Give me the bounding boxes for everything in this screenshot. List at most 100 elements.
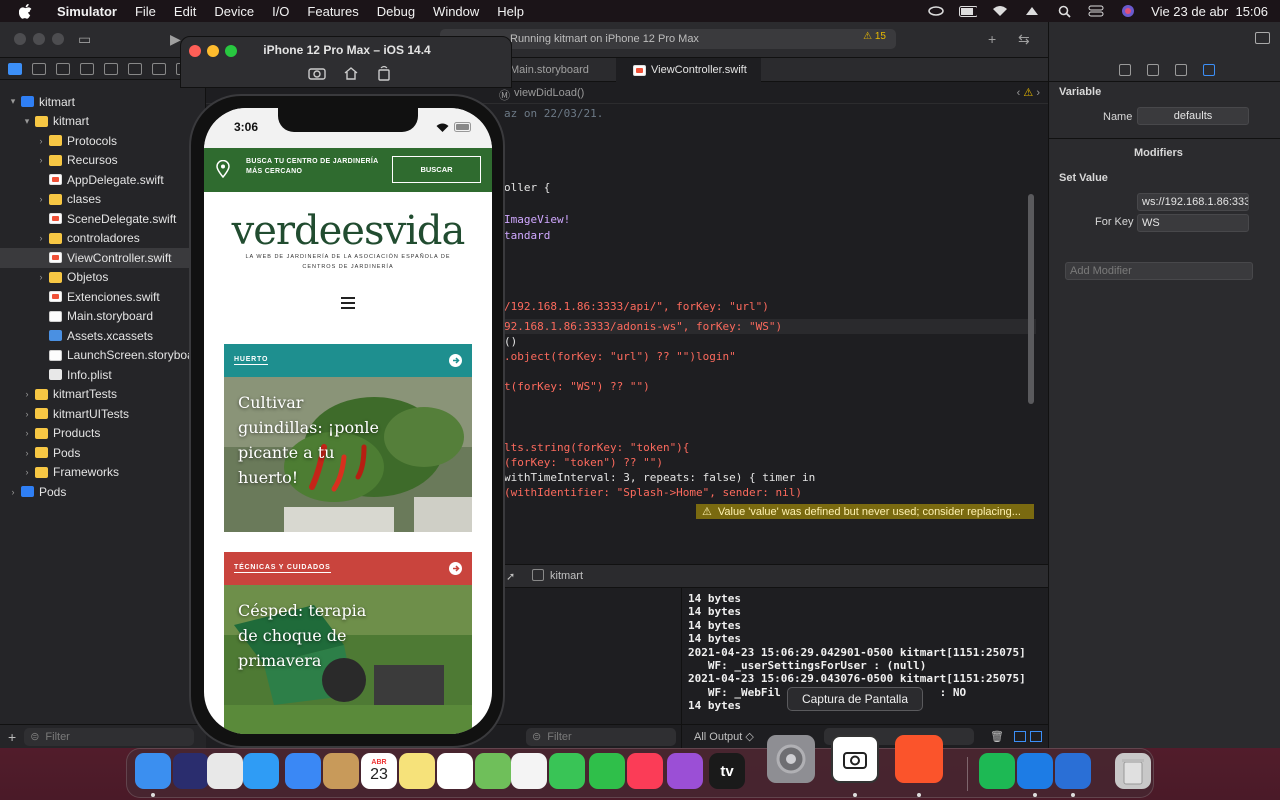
source-control-tab-icon[interactable] bbox=[32, 62, 46, 75]
chevron-down-icon[interactable]: ▾ bbox=[22, 116, 32, 127]
file-tree-row[interactable]: Main.storyboard bbox=[0, 307, 206, 327]
chevron-right-icon[interactable]: › bbox=[36, 272, 46, 282]
xcode-zoom-button[interactable] bbox=[52, 33, 64, 45]
photos-icon[interactable] bbox=[511, 753, 547, 789]
article-card[interactable]: TÉCNICAS Y CUIDADOS Césped: terapia de c… bbox=[224, 552, 472, 734]
trash-icon[interactable] bbox=[1115, 753, 1151, 789]
podcasts-icon[interactable] bbox=[667, 753, 703, 789]
trash-icon[interactable]: 🗑 bbox=[990, 730, 1004, 743]
creative-cloud-icon[interactable] bbox=[927, 4, 945, 18]
xcode-beta-icon[interactable] bbox=[1055, 753, 1091, 789]
calendar-icon[interactable]: ABR 23 bbox=[361, 753, 397, 789]
file-tree-row[interactable]: LaunchScreen.storyboard bbox=[0, 346, 206, 366]
chevron-down-icon[interactable]: ▾ bbox=[8, 96, 18, 107]
menu-help[interactable]: Help bbox=[488, 4, 533, 19]
file-tree-row[interactable]: ▾ kitmart bbox=[0, 92, 206, 112]
chevron-right-icon[interactable]: › bbox=[22, 467, 32, 477]
file-tree-row[interactable]: ▾ kitmart bbox=[0, 112, 206, 132]
chevron-right-icon[interactable]: › bbox=[22, 428, 32, 438]
chevron-right-icon[interactable]: › bbox=[22, 409, 32, 419]
card-title[interactable]: Césped: terapia de choque de primavera bbox=[238, 598, 388, 673]
file-tree-row[interactable]: › controladores bbox=[0, 229, 206, 249]
console-output[interactable]: 14 bytes WF: _WebFil : NO 2021-04-23 15:0… bbox=[682, 588, 1048, 748]
editor-scrollbar[interactable] bbox=[1028, 194, 1034, 404]
iphone-screen[interactable]: 3:06 BUSCA TU CENTRO DE JARDINERÍA MÁS C… bbox=[204, 108, 492, 734]
tests-tab-icon[interactable] bbox=[128, 62, 142, 75]
maps-icon[interactable] bbox=[475, 753, 511, 789]
messages-icon[interactable] bbox=[549, 753, 585, 789]
file-tree-row[interactable]: Assets.xcassets bbox=[0, 326, 206, 346]
attributes-inspector-icon[interactable] bbox=[1203, 63, 1215, 76]
output-selector[interactable]: All Output ◇ bbox=[694, 730, 754, 743]
help-inspector-icon[interactable] bbox=[1175, 63, 1187, 76]
battery-icon[interactable] bbox=[959, 4, 978, 18]
chevron-right-icon[interactable]: › bbox=[36, 233, 46, 243]
file-tree-row[interactable]: › kitmartTests bbox=[0, 385, 206, 405]
system-preferences-icon[interactable] bbox=[767, 735, 815, 783]
safari-icon[interactable] bbox=[243, 753, 279, 789]
xcode-close-button[interactable] bbox=[14, 33, 26, 45]
chevron-right-icon[interactable]: › bbox=[36, 136, 46, 146]
history-inspector-icon[interactable] bbox=[1147, 63, 1159, 76]
arrow-right-icon[interactable] bbox=[449, 354, 462, 367]
debug-target-name[interactable]: kitmart bbox=[550, 570, 583, 582]
siri-menu-icon[interactable] bbox=[1119, 4, 1137, 18]
name-field[interactable]: defaults bbox=[1137, 107, 1249, 125]
jumpbar-method[interactable]: viewDidLoad() bbox=[514, 87, 584, 99]
file-tree-row[interactable]: AppDelegate.swift bbox=[0, 170, 206, 190]
chevron-right-icon[interactable]: › bbox=[22, 448, 32, 458]
facetime-icon[interactable] bbox=[589, 753, 625, 789]
file-tree-row[interactable]: › Recursos bbox=[0, 151, 206, 171]
tab-main-storyboard[interactable]: Main.storyboard bbox=[496, 58, 603, 82]
card-category[interactable]: TÉCNICAS Y CUIDADOS bbox=[234, 564, 331, 573]
screenshot-icon[interactable] bbox=[831, 735, 879, 783]
chevron-right-icon[interactable]: › bbox=[8, 487, 18, 497]
file-tree-row[interactable]: Extenciones.swift bbox=[0, 287, 206, 307]
file-tree-row[interactable]: › Products bbox=[0, 424, 206, 444]
symbols-tab-icon[interactable] bbox=[56, 62, 70, 75]
menu-debug[interactable]: Debug bbox=[368, 4, 424, 19]
spotlight-search-icon[interactable] bbox=[1055, 4, 1073, 18]
mail-icon[interactable] bbox=[285, 753, 321, 789]
add-modifier-input[interactable]: Add Modifier bbox=[1065, 262, 1253, 280]
file-tree-row[interactable]: › Protocols bbox=[0, 131, 206, 151]
navigator-filter-input[interactable]: ⊜ Filter bbox=[24, 727, 195, 746]
xcode-icon[interactable] bbox=[1017, 753, 1053, 789]
add-icon[interactable]: + bbox=[988, 31, 996, 47]
menu-window[interactable]: Window bbox=[424, 4, 488, 19]
arrow-right-icon[interactable] bbox=[449, 562, 462, 575]
brave-icon[interactable] bbox=[895, 735, 943, 783]
file-tree-row[interactable]: Info.plist bbox=[0, 365, 206, 385]
wifi-icon[interactable] bbox=[991, 4, 1009, 18]
menu-features[interactable]: Features bbox=[298, 4, 367, 19]
for-key-field[interactable]: WS bbox=[1137, 214, 1249, 232]
rotate-icon[interactable] bbox=[375, 64, 393, 82]
finder-icon[interactable] bbox=[135, 753, 171, 789]
control-center-icon[interactable] bbox=[1087, 4, 1105, 18]
reminders-icon[interactable] bbox=[437, 753, 473, 789]
split-left-icon[interactable] bbox=[1014, 731, 1026, 742]
chevron-right-icon[interactable]: › bbox=[36, 155, 46, 165]
swap-icon[interactable]: ⇆ bbox=[1018, 31, 1030, 48]
menu-device[interactable]: Device bbox=[205, 4, 263, 19]
menu-clock[interactable]: Vie 23 de abr 15:06 bbox=[1151, 4, 1268, 19]
card-title[interactable]: Cultivar guindillas: ¡ponle picante a tu… bbox=[238, 390, 388, 490]
apple-menu-icon[interactable] bbox=[16, 2, 34, 20]
find-tab-icon[interactable] bbox=[80, 62, 94, 75]
folder-tab-icon[interactable] bbox=[8, 62, 22, 75]
airplay-icon[interactable] bbox=[1023, 4, 1041, 18]
xcode-minimize-button[interactable] bbox=[33, 33, 45, 45]
jumpbar-warning-nav-icon[interactable]: ‹ ⚠ › bbox=[1017, 86, 1040, 99]
debug-tab-icon[interactable] bbox=[152, 62, 166, 75]
file-tree-row[interactable]: › clases bbox=[0, 190, 206, 210]
screenshot-icon[interactable] bbox=[308, 64, 326, 82]
split-right-icon[interactable] bbox=[1030, 731, 1042, 742]
tab-viewcontroller-swift[interactable]: ViewController.swift bbox=[616, 58, 761, 82]
article-card[interactable]: HUERTO Cultivar guindillas: ¡ponle pican… bbox=[224, 344, 472, 532]
launchpad-icon[interactable] bbox=[207, 753, 243, 789]
site-logo[interactable]: verdeesvida bbox=[204, 208, 492, 254]
menu-file[interactable]: File bbox=[126, 4, 165, 19]
file-tree-row[interactable]: › Pods bbox=[0, 482, 206, 502]
file-tree-row[interactable]: › Objetos bbox=[0, 268, 206, 288]
issues-tab-icon[interactable] bbox=[104, 62, 118, 75]
